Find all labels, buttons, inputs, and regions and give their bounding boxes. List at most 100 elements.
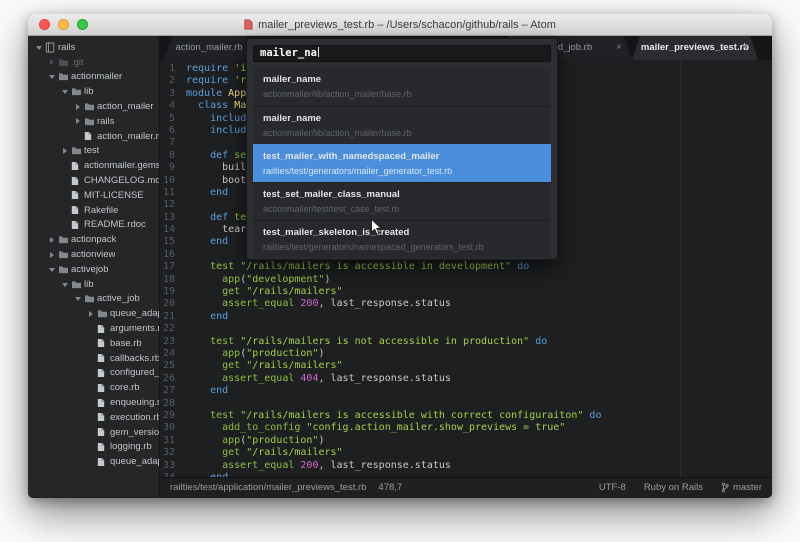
disclosure-right-icon[interactable] [75, 104, 84, 110]
folder-icon [71, 146, 82, 155]
file-icon [97, 353, 105, 363]
disclosure-down-icon[interactable] [62, 89, 71, 94]
line-number: 24 [160, 348, 186, 360]
file-icon [97, 398, 105, 408]
disclosure-down-icon[interactable] [75, 296, 84, 301]
close-window-button[interactable] [39, 19, 50, 30]
tree-item-queue-adapters[interactable]: queue_adapters [28, 306, 159, 321]
tree-item-logging-rb[interactable]: logging.rb [28, 440, 159, 455]
tree-item-label: CHANGELOG.md [84, 175, 159, 186]
line-number: 19 [160, 286, 186, 298]
tree-item-rails[interactable]: rails [28, 114, 159, 129]
disclosure-down-icon[interactable] [36, 45, 45, 50]
fuzzy-finder-input[interactable]: mailer_na [253, 45, 551, 62]
tree-item--git[interactable]: .git [28, 55, 159, 70]
tab-close-icon[interactable]: × [742, 36, 748, 60]
tree-item-actionpack[interactable]: actionpack [28, 232, 159, 247]
result-name: test_mailer_skeleton_is_created [263, 226, 541, 239]
status-cursor-position[interactable]: 478,7 [378, 482, 402, 493]
line-number: 18 [160, 274, 186, 286]
tree-item-action-mailer-rb[interactable]: action_mailer.rb [28, 129, 159, 144]
line-number: 29 [160, 410, 186, 422]
disclosure-down-icon[interactable] [49, 267, 58, 272]
tree-item-label: actionmailer [71, 71, 122, 82]
tree-item-rakefile[interactable]: Rakefile [28, 203, 159, 218]
tree-item-lib[interactable]: lib [28, 277, 159, 292]
tree-item-enqueuing-rb[interactable]: enqueuing.rb [28, 395, 159, 410]
disclosure-right-icon[interactable] [49, 237, 58, 243]
tree-item-core-rb[interactable]: core.rb [28, 380, 159, 395]
tab-close-icon[interactable]: × [616, 36, 622, 60]
tab-mailer-previews-test-rb[interactable]: mailer_previews_test.rb× [632, 36, 758, 60]
line-number: 12 [160, 199, 186, 211]
disclosure-right-icon[interactable] [88, 311, 97, 317]
file-icon [97, 338, 105, 348]
result-name: test_set_mailer_class_manual [263, 188, 541, 201]
tree-item-label: README.rdoc [84, 219, 146, 230]
title-bar: mailer_previews_test.rb – /Users/schacon… [28, 14, 772, 36]
tab-action-mailer-rb[interactable]: action_mailer.rb [164, 36, 254, 60]
status-file-path: railties/test/application/mailer_preview… [170, 482, 366, 493]
tree-item-readme-rdoc[interactable]: README.rdoc [28, 218, 159, 233]
tree-item-actionmailer-gemspec[interactable]: actionmailer.gemspec [28, 158, 159, 173]
tree-item-label: test [84, 145, 99, 156]
tree-item-queue-adapter-rb[interactable]: queue_adapter.rb [28, 454, 159, 469]
disclosure-down-icon[interactable] [62, 282, 71, 287]
tree-item-action-mailer[interactable]: action_mailer [28, 99, 159, 114]
status-git-branch[interactable]: master [721, 482, 762, 493]
tree-item-callbacks-rb[interactable]: callbacks.rb [28, 351, 159, 366]
tree-item-configured-job-rb[interactable]: configured_job.rb [28, 366, 159, 381]
disclosure-right-icon[interactable] [75, 118, 84, 124]
line-number: 22 [160, 323, 186, 335]
folder-icon [84, 117, 95, 126]
tree-item-rails[interactable]: rails [28, 40, 159, 55]
minimize-window-button[interactable] [58, 19, 69, 30]
disclosure-right-icon[interactable] [49, 59, 58, 65]
tree-item-active-job[interactable]: active_job [28, 292, 159, 307]
zoom-window-button[interactable] [77, 19, 88, 30]
line-number: 9 [160, 162, 186, 174]
tree-item-actionview[interactable]: actionview [28, 247, 159, 262]
tree-item-arguments-rb[interactable]: arguments.rb [28, 321, 159, 336]
tree-item-test[interactable]: test [28, 144, 159, 159]
palette-result-test_set_mailer_class_manual[interactable]: test_set_mailer_class_manualactionmailer… [253, 182, 551, 220]
result-name: mailer_name [263, 73, 541, 86]
status-grammar[interactable]: Ruby on Rails [644, 482, 703, 493]
palette-result-mailer_name[interactable]: mailer_nameactionmailer/lib/action_maile… [253, 68, 551, 106]
line-number: 14 [160, 224, 186, 236]
tree-item-label: lib [84, 279, 94, 290]
tree-item-activejob[interactable]: activejob [28, 262, 159, 277]
tree-item-base-rb[interactable]: base.rb [28, 336, 159, 351]
folder-icon [84, 102, 95, 111]
tab-label: action_mailer.rb [175, 42, 242, 53]
line-number: 34 [160, 472, 186, 477]
tree-item-label: rails [97, 116, 114, 127]
tree-item-actionmailer[interactable]: actionmailer [28, 70, 159, 85]
line-number: 25 [160, 360, 186, 372]
tree-item-lib[interactable]: lib [28, 84, 159, 99]
palette-result-test_mailer_with_namedspaced_mailer[interactable]: test_mailer_with_namedspaced_mailerrailt… [253, 144, 551, 182]
tree-item-execution-rb[interactable]: execution.rb [28, 410, 159, 425]
atom-window: mailer_previews_test.rb – /Users/schacon… [28, 14, 772, 498]
tree-item-label: configured_job.rb [110, 367, 159, 378]
status-encoding[interactable]: UTF-8 [599, 482, 626, 493]
tree-item-changelog-md[interactable]: CHANGELOG.md [28, 173, 159, 188]
palette-result-mailer_name[interactable]: mailer_nameactionmailer/lib/action_maile… [253, 106, 551, 144]
disclosure-right-icon[interactable] [62, 148, 71, 154]
disclosure-down-icon[interactable] [49, 74, 58, 79]
result-path: actionmailer/lib/action_mailer/base.rb [263, 127, 541, 140]
line-number: 1 [160, 63, 186, 75]
line-number: 33 [160, 460, 186, 472]
tree-item-gem-version-rb[interactable]: gem_version.rb [28, 425, 159, 440]
line-number: 13 [160, 212, 186, 224]
tree-item-mit-license[interactable]: MIT-LICENSE [28, 188, 159, 203]
branch-name: master [733, 482, 762, 493]
palette-result-test_mailer_skeleton_is_created[interactable]: test_mailer_skeleton_is_createdrailties/… [253, 220, 551, 258]
folder-icon [58, 72, 69, 81]
line-number: 4 [160, 100, 186, 112]
status-bar: railties/test/application/mailer_preview… [160, 477, 772, 497]
disclosure-right-icon[interactable] [49, 252, 58, 258]
line-number: 15 [160, 236, 186, 248]
line-number: 7 [160, 137, 186, 149]
line-number: 28 [160, 398, 186, 410]
